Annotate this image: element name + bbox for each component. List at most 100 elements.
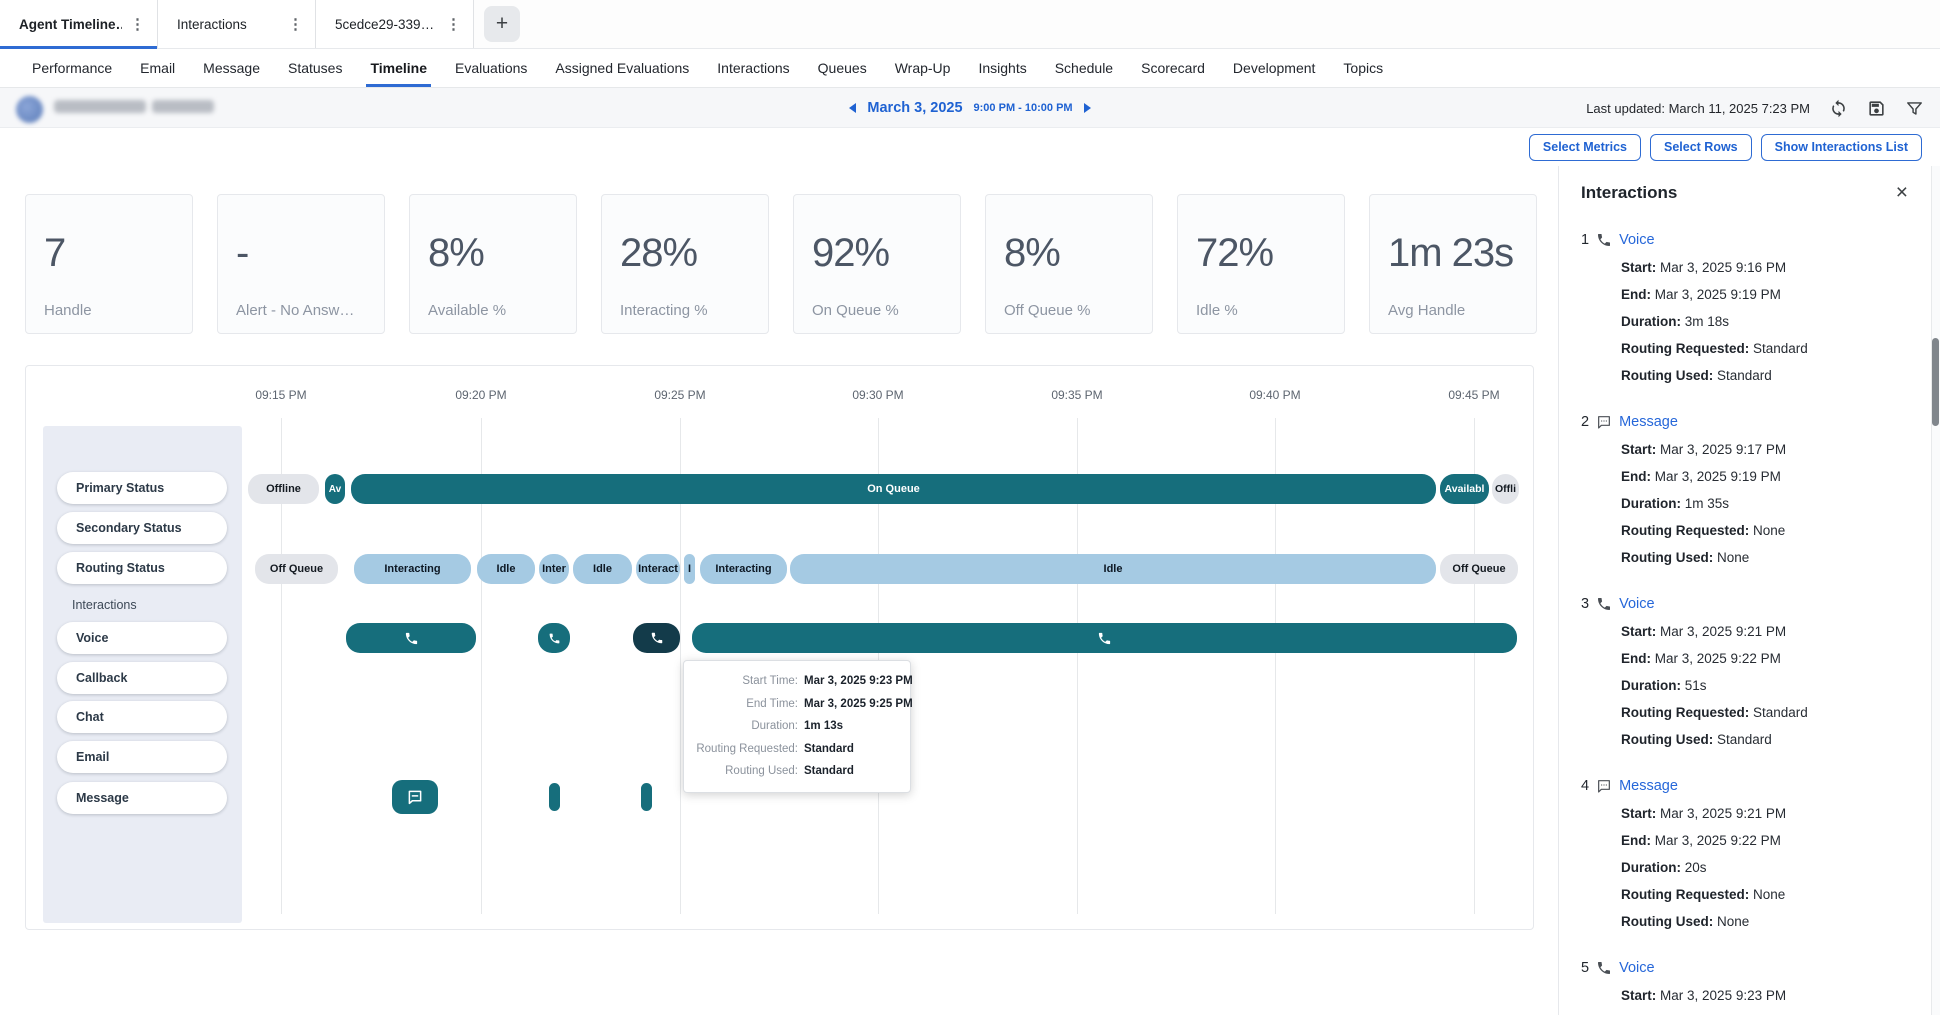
metric-card-available[interactable]: 8% Available % [409,194,577,334]
phone-icon [1596,232,1612,248]
detail-value: Standard [1717,368,1772,383]
metric-card-avg-handle[interactable]: 1m 23s Avg Handle [1369,194,1537,334]
metric-label: Available % [428,302,506,319]
message-interaction-bar[interactable] [549,783,560,811]
interaction-item-header[interactable]: 4 Message [1581,776,1940,796]
primary-status-segment[interactable]: Offli [1492,474,1519,504]
tab-evaluations[interactable]: Evaluations [441,49,541,87]
refresh-icon[interactable] [1829,99,1848,118]
browser-tab-label: 5cedce29-339… [335,17,434,32]
tab-topics[interactable]: Topics [1329,49,1397,87]
tab-queues[interactable]: Queues [804,49,881,87]
browser-tab-strip: Agent Timeline… ⋮ Interactions ⋮ 5cedce2… [0,0,1940,49]
previous-date-button[interactable] [849,103,856,113]
row-label-chat[interactable]: Chat [57,701,227,733]
plus-icon: + [496,12,508,36]
date-label[interactable]: March 3, 2025 [867,100,962,116]
interaction-type-link[interactable]: Message [1619,414,1678,430]
interaction-type-link[interactable]: Voice [1619,232,1654,248]
voice-interaction-bar-selected[interactable] [633,623,680,653]
routing-status-segment[interactable]: Interact [636,554,680,584]
tab-statuses[interactable]: Statuses [274,49,356,87]
detail-label: Duration: [1621,314,1681,329]
routing-status-segment[interactable]: Off Queue [1440,554,1518,584]
kebab-menu-icon[interactable]: ⋮ [438,15,461,33]
row-label-message[interactable]: Message [57,782,227,814]
row-label-voice[interactable]: Voice [57,622,227,654]
routing-status-segment[interactable]: Off Queue [255,554,338,584]
tooltip-label: Duration: [692,720,798,732]
voice-interaction-bar[interactable] [346,623,476,653]
close-icon[interactable]: × [1896,182,1908,203]
metric-card-off-queue[interactable]: 8% Off Queue % [985,194,1153,334]
routing-status-segment[interactable]: I [684,554,695,584]
panel-scrollbar-thumb[interactable] [1932,338,1939,426]
tab-assigned-evaluations[interactable]: Assigned Evaluations [541,49,703,87]
metric-card-on-queue[interactable]: 92% On Queue % [793,194,961,334]
tab-interactions[interactable]: Interactions [703,49,803,87]
routing-status-segment[interactable]: Idle [573,554,632,584]
axis-tick-label: 09:30 PM [843,388,913,402]
tab-performance[interactable]: Performance [18,49,126,87]
routing-status-segment[interactable]: Interacting [354,554,471,584]
row-label-secondary-status[interactable]: Secondary Status [57,512,227,544]
show-interactions-list-button[interactable]: Show Interactions List [1761,134,1922,161]
detail-value: Mar 3, 2025 9:22 PM [1655,651,1781,666]
save-icon[interactable] [1867,99,1886,118]
browser-tab-agent-timeline[interactable]: Agent Timeline… ⋮ [0,0,158,48]
panel-scrollbar-track[interactable] [1931,166,1940,1015]
metric-card-interacting[interactable]: 28% Interacting % [601,194,769,334]
select-metrics-button[interactable]: Select Metrics [1529,134,1641,161]
metric-card-handle[interactable]: 7 Handle [25,194,193,334]
voice-interaction-bar[interactable] [538,623,570,653]
interaction-item-header[interactable]: 3 Voice [1581,594,1940,614]
filter-icon[interactable] [1905,99,1924,118]
metric-card-alert-no-answer[interactable]: - Alert - No Answ… [217,194,385,334]
row-label-email[interactable]: Email [57,741,227,773]
axis-tick-label: 09:45 PM [1439,388,1509,402]
routing-status-segment[interactable]: Interacting [700,554,787,584]
browser-tab-guid[interactable]: 5cedce29-339… ⋮ [316,0,474,48]
tab-insights[interactable]: Insights [964,49,1040,87]
tab-schedule[interactable]: Schedule [1041,49,1127,87]
new-tab-button[interactable]: + [484,6,520,42]
metric-card-idle[interactable]: 72% Idle % [1177,194,1345,334]
interaction-item-header[interactable]: 5 Voice [1581,958,1940,978]
select-rows-button[interactable]: Select Rows [1650,134,1752,161]
row-label-routing-status[interactable]: Routing Status [57,552,227,584]
next-date-button[interactable] [1084,103,1091,113]
routing-status-segment[interactable]: Inter [539,554,569,584]
routing-status-segment[interactable]: Idle [477,554,535,584]
primary-status-segment[interactable]: Offline [248,474,319,504]
browser-tab-interactions[interactable]: Interactions ⋮ [158,0,316,48]
tab-wrap-up[interactable]: Wrap-Up [881,49,965,87]
row-label-primary-status[interactable]: Primary Status [57,472,227,504]
kebab-menu-icon[interactable]: ⋮ [122,15,145,33]
interaction-type-link[interactable]: Message [1619,778,1678,794]
primary-status-segment[interactable]: Av [325,474,345,504]
routing-status-segment[interactable]: Idle [790,554,1436,584]
row-label-callback[interactable]: Callback [57,662,227,694]
detail-label: Start: [1621,806,1656,821]
message-interaction-bar[interactable] [641,783,652,811]
tab-development[interactable]: Development [1219,49,1330,87]
tab-timeline[interactable]: Timeline [356,49,441,87]
kebab-menu-icon[interactable]: ⋮ [280,15,303,33]
voice-interaction-bar[interactable] [692,623,1517,653]
tab-scorecard[interactable]: Scorecard [1127,49,1219,87]
message-interaction-bar[interactable] [392,780,438,814]
tab-message[interactable]: Message [189,49,274,87]
tooltip-row: End Time: Mar 3, 2025 9:25 PM [692,698,900,710]
primary-status-segment[interactable]: On Queue [351,474,1436,504]
interaction-item-header[interactable]: 2 Message [1581,412,1940,432]
interaction-type-link[interactable]: Voice [1619,960,1654,976]
interaction-number: 1 [1581,232,1589,248]
interaction-detail: Routing Used: None [1621,913,1940,931]
interaction-item-header[interactable]: 1 Voice [1581,230,1940,250]
tab-email[interactable]: Email [126,49,189,87]
primary-status-segment[interactable]: Availabl [1440,474,1489,504]
tooltip-row: Routing Requested: Standard [692,743,900,755]
interaction-number: 2 [1581,414,1589,430]
interaction-type-link[interactable]: Voice [1619,596,1654,612]
detail-label: Routing Requested: [1621,523,1749,538]
